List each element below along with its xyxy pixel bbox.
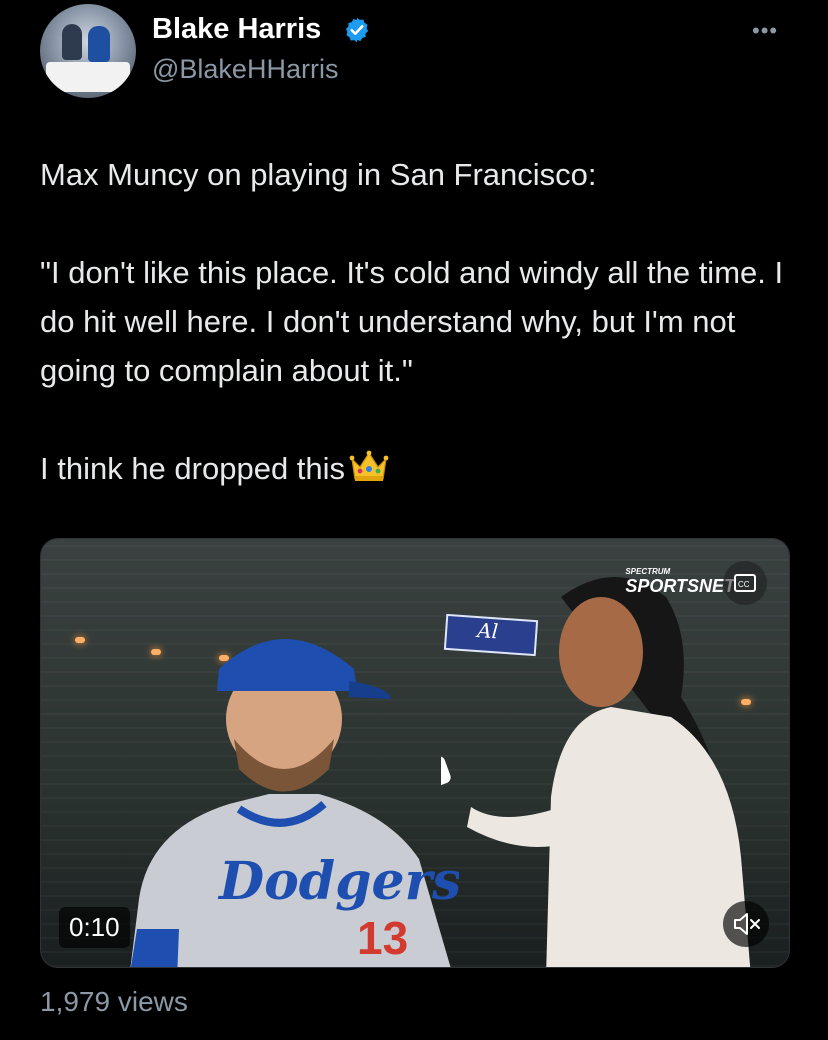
more-options-icon[interactable]: •••: [752, 18, 778, 44]
tweet-paragraph-intro: Max Muncy on playing in San Francisco:: [40, 157, 597, 192]
closed-captions-icon: CC: [734, 574, 756, 592]
tweet-paragraph-closing: I think he dropped this: [40, 444, 800, 493]
avatar[interactable]: [40, 4, 136, 98]
reporter-figure: [441, 577, 751, 967]
crown-emoji-icon: [349, 450, 389, 481]
video-timecode: 0:10: [59, 907, 130, 948]
closed-captions-button[interactable]: CC: [723, 561, 767, 605]
broadcast-logo: SPECTRUM SPORTSNET: [625, 565, 735, 596]
player-figure: Dodgers 13: [130, 639, 459, 967]
verified-badge-icon: [345, 17, 369, 43]
broadcast-logo-main: SPORTSNET: [625, 576, 735, 596]
avatar-figure-left: [62, 24, 82, 60]
view-count: 1,979 views: [40, 986, 188, 1017]
tweet-paragraph-quote: "I don't like this place. It's cold and …: [40, 255, 784, 388]
svg-text:CC: CC: [738, 580, 750, 589]
video-player[interactable]: Al Dodgers 13 SPECTRUM SPORTSNET CC 0:10: [40, 538, 790, 968]
tweet-text: Max Muncy on playing in San Francisco: "…: [40, 150, 800, 493]
avatar-table: [46, 62, 130, 92]
jersey-text: Dodgers: [217, 851, 459, 912]
display-name[interactable]: Blake Harris: [152, 13, 321, 46]
jersey-number: 13: [357, 912, 408, 964]
tweet-closing-text: I think he dropped this: [40, 451, 346, 486]
stadium-light: [75, 637, 85, 643]
speaker-muted-icon: [734, 913, 760, 935]
user-handle[interactable]: @BlakeHHarris: [152, 54, 338, 85]
avatar-figure-right: [88, 26, 110, 62]
mute-button[interactable]: [723, 901, 769, 947]
